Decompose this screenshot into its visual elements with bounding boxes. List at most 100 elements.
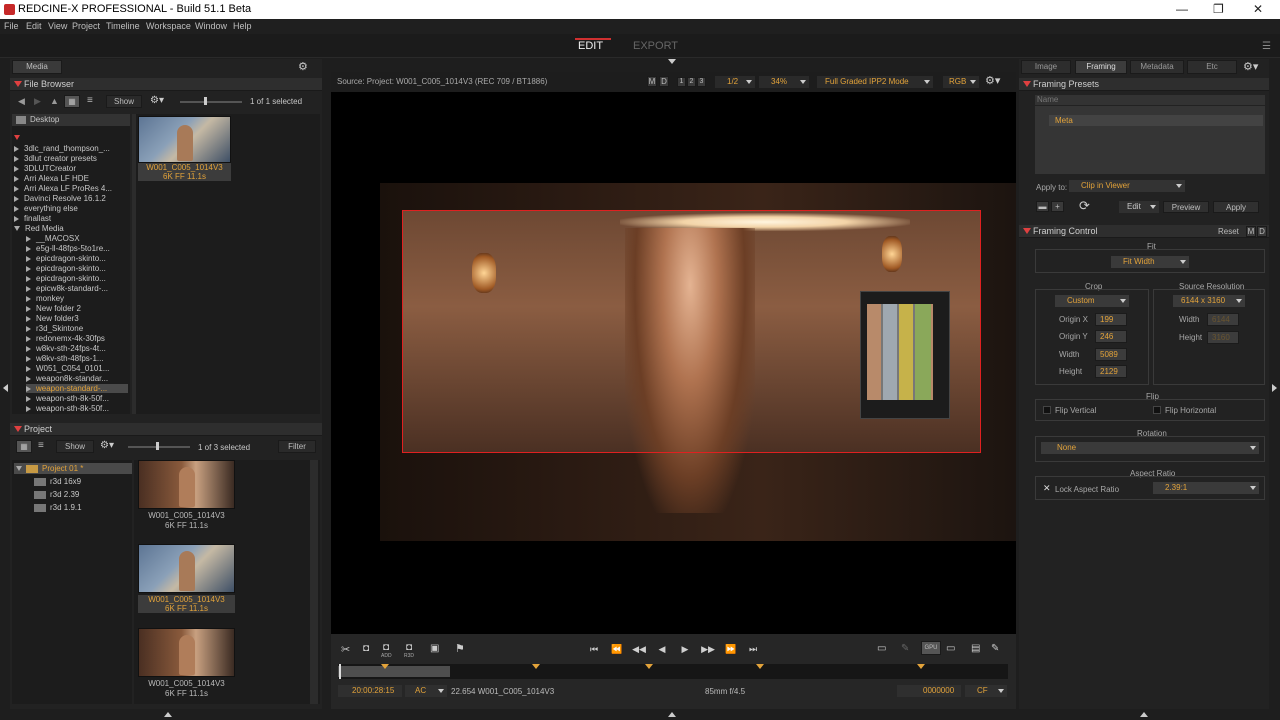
viewer-m-button[interactable]: M <box>647 76 657 87</box>
tree-folder[interactable]: Arri Alexa LF ProRes 4... <box>14 184 128 193</box>
project-show-dropdown[interactable]: Show <box>56 440 94 453</box>
tree-subfolder[interactable]: redonemx-4k-30fps <box>26 334 128 343</box>
menu-workspace[interactable]: Workspace <box>146 21 191 31</box>
clip-thumbnail[interactable] <box>138 116 231 163</box>
up-folder-icon[interactable]: ▲ <box>50 96 59 106</box>
go-to-end-icon[interactable]: ⏭ <box>744 642 762 656</box>
viewer-gear-icon[interactable]: ⚙▾ <box>985 74 1000 87</box>
timeline-marker[interactable] <box>381 664 389 669</box>
next-clip-icon[interactable]: ⏩ <box>722 642 740 656</box>
timecode-display[interactable]: 20:00:28:15 <box>338 685 402 697</box>
tree-subfolder[interactable]: __MACOSX <box>26 234 128 243</box>
monitor-icon[interactable]: ▭ <box>877 643 886 654</box>
safe-area-icon[interactable]: ▭ <box>946 643 955 654</box>
new-preset-icon[interactable]: ▬ <box>1036 201 1049 212</box>
crop-frame-outline[interactable] <box>402 210 981 453</box>
thumb-size-slider[interactable] <box>180 101 242 103</box>
control-d-button[interactable]: D <box>1257 226 1267 237</box>
show-dropdown[interactable]: Show <box>106 95 142 108</box>
project-thumb-slider-handle[interactable] <box>156 442 159 450</box>
tree-folder[interactable]: 3dlc_rand_thompson_... <box>14 144 128 153</box>
timeline-marker[interactable] <box>756 664 764 669</box>
minimize-button[interactable]: — <box>1176 2 1188 16</box>
fast-forward-icon[interactable]: ▶▶ <box>699 642 717 656</box>
tree-subfolder[interactable]: New folder3 <box>26 314 128 323</box>
edit-preset-dropdown[interactable]: Edit <box>1119 201 1159 213</box>
close-button[interactable]: ✕ <box>1253 2 1263 16</box>
right-gear-icon[interactable]: ⚙▾ <box>1243 60 1258 73</box>
reset-button[interactable]: Reset <box>1218 227 1239 236</box>
tree-subfolder[interactable]: epicdragon-skinto... <box>26 274 128 283</box>
menu-help[interactable]: Help <box>233 21 252 31</box>
project-gear-icon[interactable]: ⚙▾ <box>100 440 114 451</box>
tab-metadata[interactable]: Metadata <box>1130 60 1184 74</box>
lock-aspect-checkbox-icon[interactable]: ✕ <box>1043 483 1051 494</box>
timeline-marker[interactable] <box>917 664 925 669</box>
tree-folder[interactable]: everything else <box>14 204 128 213</box>
tab-edit[interactable]: EDIT <box>578 40 603 52</box>
timeline-marker[interactable] <box>645 664 653 669</box>
frame-mode-dropdown[interactable]: CF <box>965 685 1007 697</box>
debayer-mode-dropdown[interactable]: Full Graded IPP2 Mode <box>817 76 933 88</box>
control-m-button[interactable]: M <box>1246 226 1256 237</box>
bottom-expand-icon[interactable] <box>668 712 676 717</box>
project-bin[interactable]: r3d 1.9.1 <box>34 503 82 512</box>
menu-timeline[interactable]: Timeline <box>106 21 140 31</box>
origin-x-input[interactable]: 199 <box>1095 313 1127 326</box>
resolution-dropdown[interactable]: 1/2 <box>715 76 755 88</box>
filter-dropdown[interactable]: Filter <box>278 440 316 453</box>
menu-file[interactable]: File <box>4 21 19 31</box>
project-clip-thumbnail[interactable] <box>138 460 235 509</box>
right-collapse-icon[interactable] <box>1272 384 1277 392</box>
tab-framing[interactable]: Framing <box>1075 60 1127 74</box>
file-browser-header[interactable]: File Browser <box>10 78 322 91</box>
left-expand-icon[interactable] <box>164 712 172 717</box>
media-settings-gear-icon[interactable]: ⚙ <box>298 60 308 73</box>
frame-counter[interactable]: 0000000 <box>897 685 961 697</box>
menu-edit[interactable]: Edit <box>26 21 42 31</box>
tree-folder[interactable]: Arri Alexa LF HDE <box>14 174 128 183</box>
view-3-button[interactable]: 3 <box>697 77 706 87</box>
media-tab[interactable]: Media <box>12 60 62 74</box>
apply-button[interactable]: Apply <box>1213 201 1259 213</box>
timeline-track[interactable] <box>338 664 1008 679</box>
tree-subfolder[interactable]: monkey <box>26 294 128 303</box>
tree-subfolder[interactable]: e5g-ll-48fps-5to1re... <box>26 244 128 253</box>
thumb-size-slider-handle[interactable] <box>204 97 207 105</box>
tree-expand-icon[interactable] <box>14 135 20 140</box>
timeline-marker[interactable] <box>532 664 540 669</box>
rewind-icon[interactable]: ◀◀ <box>630 642 648 656</box>
tab-export[interactable]: EXPORT <box>633 40 678 52</box>
project-header[interactable]: Project <box>10 423 322 436</box>
crop-height-input[interactable]: 2129 <box>1095 365 1127 378</box>
browser-gear-icon[interactable]: ⚙▾ <box>150 95 164 106</box>
timecode-mode-dropdown[interactable]: AC <box>405 685 447 697</box>
viewer-d-button[interactable]: D <box>659 76 669 87</box>
menu-project[interactable]: Project <box>72 21 100 31</box>
play-icon[interactable]: ▶ <box>676 642 694 656</box>
grid-view-icon[interactable]: ▦ <box>64 95 80 108</box>
view-1-button[interactable]: 1 <box>677 77 686 87</box>
view-2-button[interactable]: 2 <box>687 77 696 87</box>
tab-image[interactable]: Image <box>1021 60 1071 74</box>
forward-arrow-icon[interactable]: ▶ <box>34 96 41 107</box>
project-bin[interactable]: r3d 16x9 <box>34 477 81 486</box>
snapshot-icon[interactable]: ◘ <box>363 643 369 654</box>
marker-flag-icon[interactable]: ⚑ <box>455 642 465 655</box>
rotation-dropdown[interactable]: None <box>1041 442 1259 454</box>
previous-clip-icon[interactable]: ⏪ <box>608 642 626 656</box>
list-view-icon[interactable]: ≡ <box>38 440 44 451</box>
preview-button[interactable]: Preview <box>1163 201 1209 213</box>
left-collapse-icon[interactable] <box>3 384 8 392</box>
project-clip-thumbnail[interactable] <box>138 628 235 677</box>
crop-width-input[interactable]: 5089 <box>1095 348 1127 361</box>
gpu-toggle[interactable]: GPU <box>921 641 941 655</box>
tree-subfolder[interactable]: epicdragon-skinto... <box>26 254 128 263</box>
channel-dropdown[interactable]: RGB <box>943 76 979 88</box>
tree-subfolder[interactable]: epicw8k-standard-... <box>26 284 128 293</box>
menu-list-icon[interactable]: ☰ <box>1262 41 1271 52</box>
project-bin[interactable]: r3d 2.39 <box>34 490 79 499</box>
tree-folder[interactable]: 3DLUTCreator <box>14 164 128 173</box>
tree-folder[interactable]: Davinci Resolve 16.1.2 <box>14 194 128 203</box>
add-snapshot-icon[interactable]: ◘ <box>383 642 389 653</box>
